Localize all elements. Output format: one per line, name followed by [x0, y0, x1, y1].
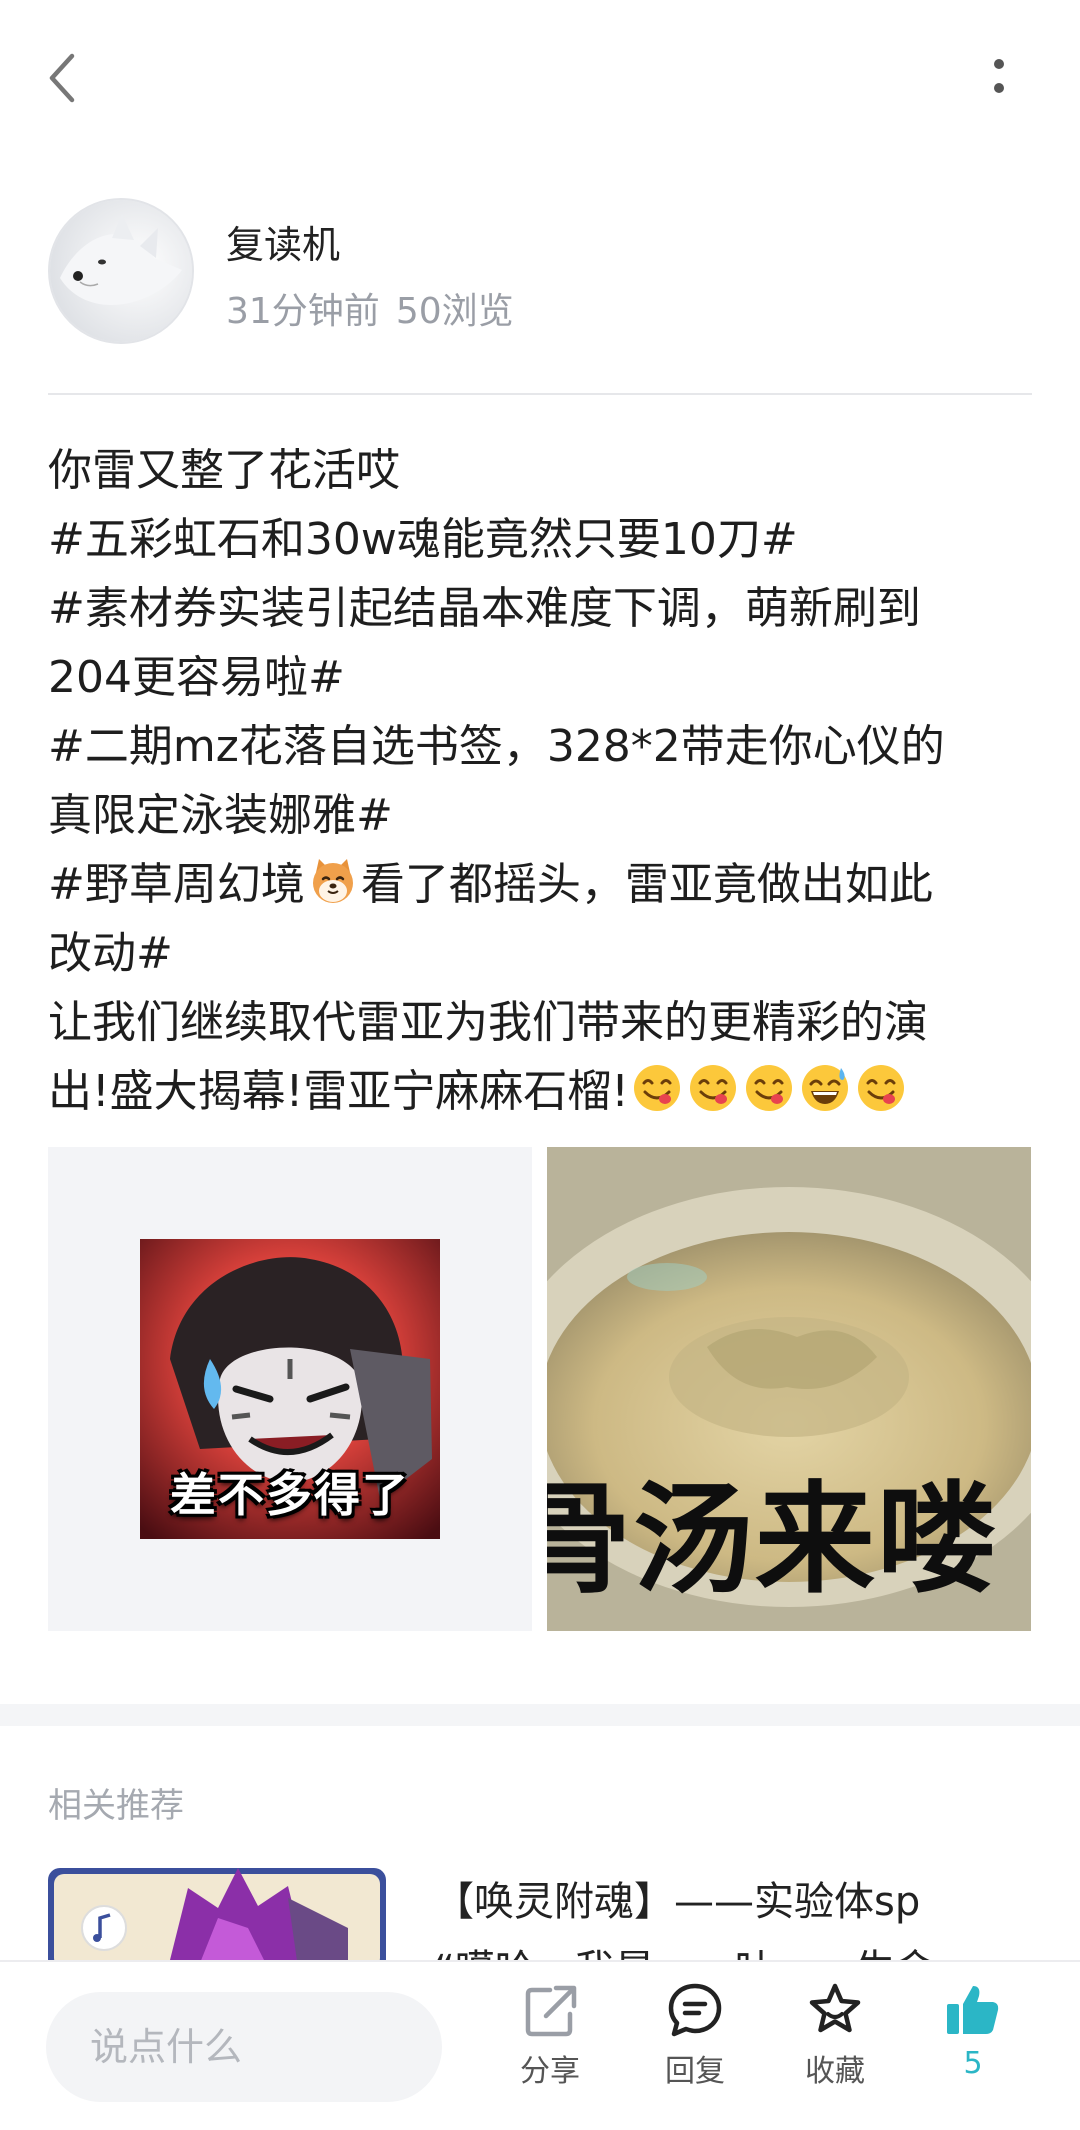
back-button[interactable]	[38, 48, 98, 108]
like-count: 5	[963, 2046, 983, 2081]
post-line: #二期mz花落自选书签，328*2带走你心仪的	[48, 721, 945, 772]
bottom-action-bar: 说点什么 分享 回复 收藏 5	[0, 1960, 1080, 2130]
divider	[48, 393, 1032, 395]
post-meta: 31分钟前 50浏览	[226, 282, 514, 334]
recommend-thumbnail-image	[48, 1868, 386, 1968]
share-button[interactable]: 分享	[495, 1980, 605, 2110]
chevron-left-icon	[49, 53, 75, 103]
comment-input[interactable]: 说点什么	[46, 1992, 442, 2102]
avatar[interactable]	[48, 198, 194, 344]
more-button[interactable]	[975, 50, 1023, 110]
share-label: 分享	[520, 2054, 580, 2089]
post-line: #野草周幻境 看了都摇头，雷亚竟做出如此	[48, 850, 1048, 919]
chat-bubble-icon	[668, 1983, 722, 2037]
post-line: 你雷又整了花活哎	[48, 445, 400, 496]
top-bar	[0, 0, 1080, 150]
yum-emoji-icon	[745, 1065, 792, 1111]
image-caption: 骨汤来喽	[547, 1471, 999, 1610]
favorite-button[interactable]: 收藏	[780, 1980, 890, 2110]
post-content: 你雷又整了花活哎 #五彩虹石和30w魂能竟然只要10刀# #素材券实装引起结晶本…	[48, 436, 1048, 1126]
author-header: 复读机 31分钟前 50浏览	[48, 198, 1038, 348]
post-image[interactable]: 差不多得了	[48, 1147, 532, 1631]
more-vertical-icon	[994, 59, 1004, 93]
reply-label: 回复	[665, 2054, 725, 2089]
post-line: #五彩虹石和30w魂能竟然只要10刀#	[48, 514, 798, 565]
post-line: 改动#	[48, 928, 173, 979]
yum-emoji-icon	[633, 1065, 680, 1111]
star-icon	[809, 1983, 861, 2033]
recommend-thumbnail	[48, 1868, 386, 1968]
recommend-item[interactable]: 【唤灵附魂】——实验体sp “噶哈，我是……吐……生命……	[48, 1868, 1038, 1993]
post-time: 31分钟前	[226, 291, 380, 332]
post-line: #素材券实装引起结晶本难度下调，萌新刷到	[48, 583, 921, 634]
yum-emoji-icon	[689, 1065, 736, 1111]
shiba-dog-icon	[312, 859, 353, 903]
yum-emoji-icon	[857, 1065, 904, 1111]
recommend-item-title: 【唤灵附魂】——实验体sp	[434, 1879, 921, 1925]
meme-caption: 差不多得了	[170, 1468, 410, 1522]
meme-image: 差不多得了	[140, 1239, 440, 1539]
post-line: 让我们继续取代雷亚为我们带来的更精彩的演	[48, 997, 928, 1048]
section-divider	[0, 1704, 1080, 1726]
favorite-label: 收藏	[805, 2054, 865, 2089]
post-line: 204更容易啦#	[48, 652, 345, 703]
arctic-fox-avatar-image	[50, 200, 192, 342]
recommend-title: 相关推荐	[48, 1786, 184, 1826]
sweat-smile-emoji-icon	[801, 1065, 848, 1111]
post-line: 出!盛大揭幕!雷亚宁麻麻石榴!	[48, 1057, 1048, 1126]
share-icon	[525, 1985, 577, 2037]
reply-button[interactable]: 回复	[640, 1980, 750, 2110]
post-line: 真限定泳装娜雅#	[48, 790, 393, 841]
post-image[interactable]: 骨汤来喽	[547, 1147, 1031, 1631]
like-button[interactable]: 5	[918, 1980, 1028, 2110]
thumbs-up-icon	[947, 1986, 999, 2034]
author-name[interactable]: 复读机	[226, 214, 340, 269]
view-count: 50浏览	[395, 291, 514, 332]
